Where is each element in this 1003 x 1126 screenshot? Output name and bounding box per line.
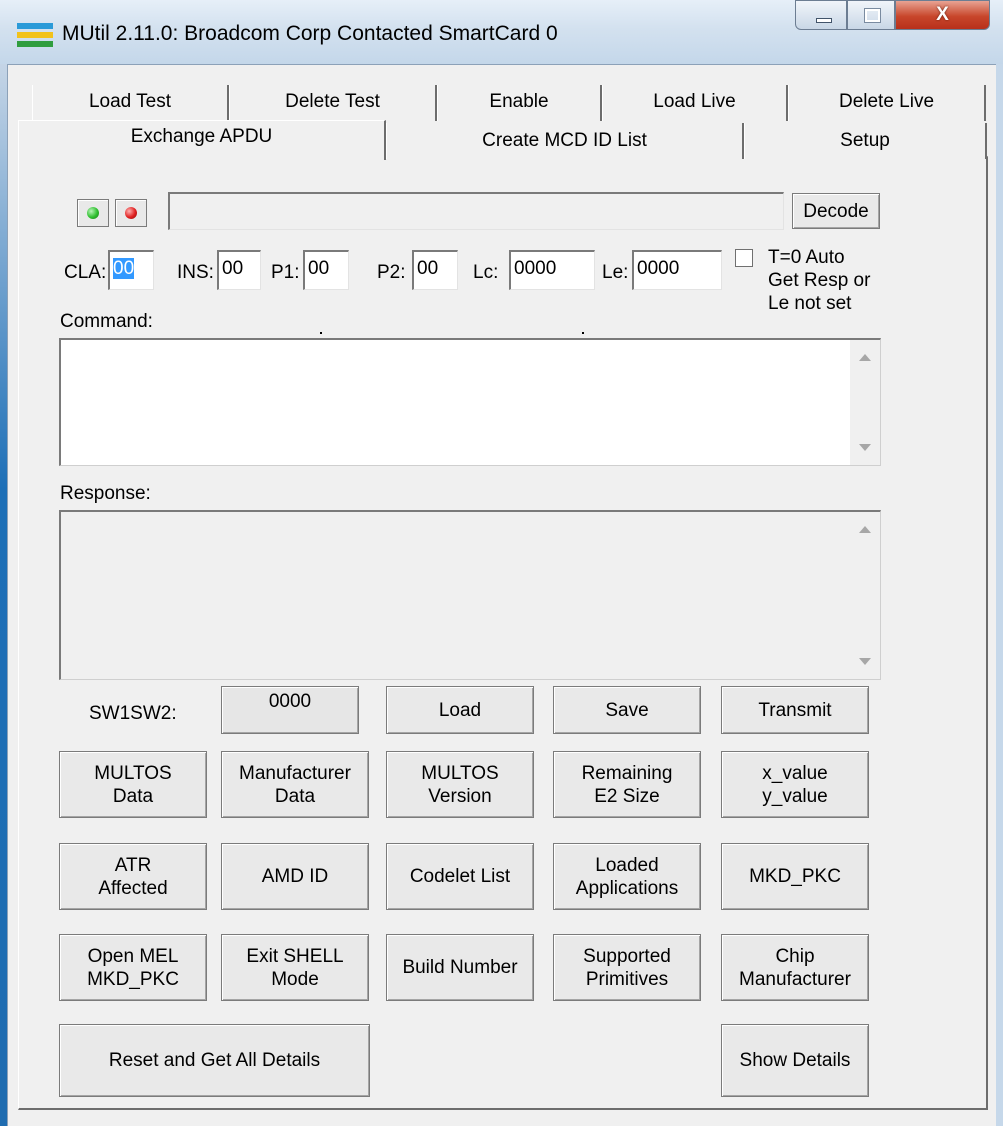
green-led-icon	[87, 207, 99, 219]
loaded-applications-button[interactable]: Loaded Applications	[553, 843, 701, 910]
mkd-pkc-button[interactable]: MKD_PKC	[721, 843, 869, 910]
chip-manufacturer-button[interactable]: Chip Manufacturer	[721, 934, 869, 1001]
dot-marker	[320, 332, 322, 334]
command-label: Command:	[60, 311, 153, 332]
sw1sw2-value: 0000	[221, 686, 359, 734]
le-input[interactable]: 0000	[632, 250, 722, 290]
window-controls: X	[795, 0, 993, 32]
lc-input[interactable]: 0000	[509, 250, 595, 290]
p1-label: P1:	[271, 262, 300, 283]
show-details-button[interactable]: Show Details	[721, 1024, 869, 1097]
red-led-icon	[125, 207, 137, 219]
scroll-up-icon[interactable]	[859, 526, 871, 533]
tab-delete-live[interactable]: Delete Live	[788, 85, 986, 121]
minimize-button[interactable]	[795, 0, 847, 30]
response-scrollbar[interactable]	[850, 512, 880, 679]
title-bar[interactable]: MUtil 2.11.0: Broadcom Corp Contacted Sm…	[0, 0, 1003, 64]
le-label: Le:	[602, 262, 629, 283]
p1-input[interactable]: 00	[303, 250, 349, 290]
load-button[interactable]: Load	[386, 686, 534, 734]
t0-auto-checkbox[interactable]	[735, 249, 753, 267]
maximize-button[interactable]	[847, 0, 895, 30]
response-label: Response:	[60, 483, 151, 504]
decode-button[interactable]: Decode	[792, 193, 880, 229]
transmit-button[interactable]: Transmit	[721, 686, 869, 734]
tab-setup[interactable]: Setup	[744, 123, 987, 159]
sw1sw2-label: SW1SW2:	[89, 703, 177, 724]
command-scrollbar[interactable]	[850, 340, 880, 465]
tab-exchange-apdu[interactable]: Exchange APDU	[18, 120, 386, 160]
manufacturer-data-button[interactable]: Manufacturer Data	[221, 751, 369, 818]
ins-input[interactable]: 00	[217, 250, 261, 290]
tab-enable[interactable]: Enable	[437, 85, 602, 121]
tab-load-test[interactable]: Load Test	[32, 85, 229, 121]
connect-button[interactable]	[77, 199, 109, 227]
open-mel-mkd-pkc-button[interactable]: Open MEL MKD_PKC	[59, 934, 207, 1001]
minimize-icon	[816, 18, 832, 23]
multos-data-button[interactable]: MULTOS Data	[59, 751, 207, 818]
window-frame-left	[0, 64, 7, 1126]
amd-id-button[interactable]: AMD ID	[221, 843, 369, 910]
exit-shell-mode-button[interactable]: Exit SHELL Mode	[221, 934, 369, 1001]
dot-marker	[582, 332, 584, 334]
disconnect-button[interactable]	[115, 199, 147, 227]
xy-value-button[interactable]: x_value y_value	[721, 751, 869, 818]
multos-version-button[interactable]: MULTOS Version	[386, 751, 534, 818]
save-button[interactable]: Save	[553, 686, 701, 734]
supported-primitives-button[interactable]: Supported Primitives	[553, 934, 701, 1001]
app-window: MUtil 2.11.0: Broadcom Corp Contacted Sm…	[0, 0, 1003, 1126]
tab-create-mcd-id-list[interactable]: Create MCD ID List	[386, 123, 744, 159]
p2-label: P2:	[377, 262, 406, 283]
t0-auto-label: T=0 Auto Get Resp or Le not set	[768, 247, 871, 314]
response-textarea	[59, 510, 881, 680]
atr-affected-button[interactable]: ATR Affected	[59, 843, 207, 910]
close-button[interactable]: X	[895, 0, 990, 30]
build-number-button[interactable]: Build Number	[386, 934, 534, 1001]
scroll-down-icon[interactable]	[859, 658, 871, 665]
cla-input[interactable]: 00	[108, 250, 154, 290]
scroll-down-icon[interactable]	[859, 444, 871, 451]
window-title: MUtil 2.11.0: Broadcom Corp Contacted Sm…	[62, 22, 558, 45]
cla-label: CLA:	[64, 262, 107, 283]
tab-load-live[interactable]: Load Live	[602, 85, 788, 121]
tab-delete-test[interactable]: Delete Test	[229, 85, 437, 121]
scroll-up-icon[interactable]	[859, 354, 871, 361]
ins-label: INS:	[177, 262, 214, 283]
close-icon: X	[936, 4, 949, 25]
reset-and-get-all-details-button[interactable]: Reset and Get All Details	[59, 1024, 370, 1097]
window-frame-right	[996, 64, 1003, 1126]
command-textarea[interactable]	[59, 338, 881, 466]
codelet-list-button[interactable]: Codelet List	[386, 843, 534, 910]
p2-input[interactable]: 00	[412, 250, 458, 290]
lc-label: Lc:	[473, 262, 499, 283]
remaining-e2-size-button[interactable]: Remaining E2 Size	[553, 751, 701, 818]
apdu-display-field	[168, 192, 784, 230]
maximize-icon	[864, 8, 881, 23]
app-icon	[17, 23, 53, 47]
